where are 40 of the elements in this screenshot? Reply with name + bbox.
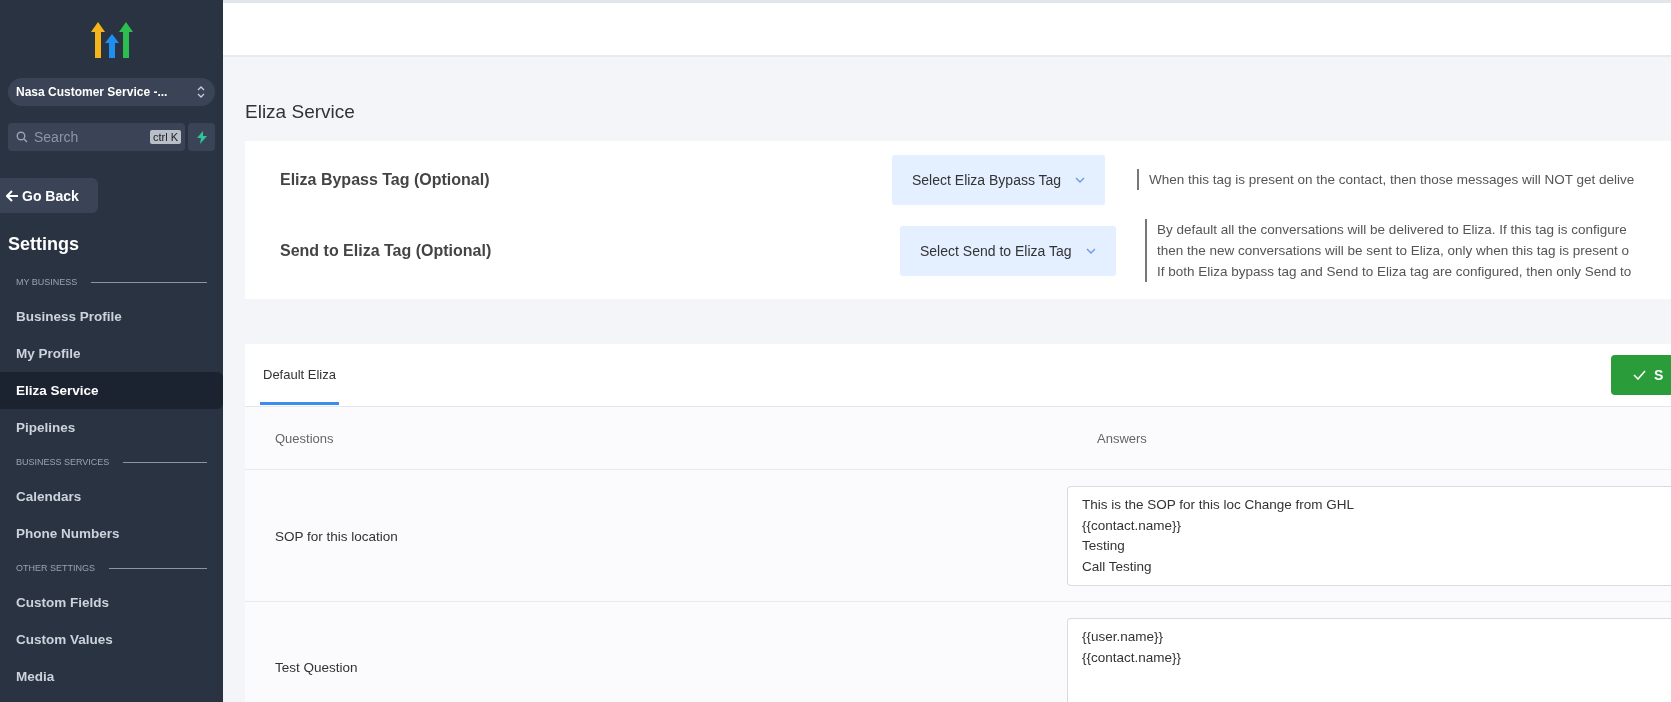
nav-item[interactable]: Media bbox=[0, 658, 223, 695]
tag-dropdown[interactable]: Select Send to Eliza Tag bbox=[900, 225, 1116, 276]
section-heading: MY BUSINESS bbox=[16, 277, 78, 287]
page-title: Eliza Service bbox=[245, 101, 355, 123]
search-field[interactable]: Search ctrl K bbox=[8, 123, 185, 151]
arrow-left-icon bbox=[6, 189, 19, 202]
setting-label: Send to Eliza Tag (Optional) bbox=[280, 241, 492, 260]
question-text: Test Question bbox=[275, 660, 359, 675]
chevron-down-icon bbox=[1075, 176, 1086, 183]
chevron-down-icon bbox=[1085, 247, 1096, 254]
logo-icon bbox=[89, 20, 134, 60]
settings-title: Settings bbox=[8, 234, 79, 255]
setting-description: By default all the conversations will be delivered to Eliza. If this tag is configure then the new conversations will be sent to Eliza, only when this tag is present o If both Eliza bypass tag and Send to Eliza tag are configured, then only Send to bbox=[1145, 219, 1671, 282]
save-button[interactable]: S bbox=[1611, 355, 1671, 395]
setting-description: When this tag is present on the contact, then those messages will NOT get delive bbox=[1137, 169, 1671, 190]
check-icon bbox=[1633, 370, 1646, 380]
nav-item[interactable]: Eliza Service bbox=[0, 372, 223, 409]
nav-item[interactable]: My Profile bbox=[0, 335, 223, 372]
column-header: Answers bbox=[1097, 430, 1148, 446]
shortcut-key: ctrl K bbox=[149, 130, 181, 144]
answer-field[interactable]: {{user.name}} {{contact.name}} bbox=[1067, 618, 1671, 702]
nav-item[interactable]: Phone Numbers bbox=[0, 515, 223, 552]
lightning-icon bbox=[196, 130, 207, 144]
location-selector[interactable]: Nasa Customer Service -... bbox=[8, 78, 215, 106]
go-back-button[interactable]: Go Back bbox=[0, 178, 98, 213]
setting-label: Eliza Bypass Tag (Optional) bbox=[280, 170, 490, 189]
nav-item[interactable]: Calendars bbox=[0, 478, 223, 515]
nav-item[interactable]: Pipelines bbox=[0, 409, 223, 446]
tag-dropdown[interactable]: Select Eliza Bypass Tag bbox=[892, 154, 1106, 205]
nav-item[interactable]: Business Profile bbox=[0, 298, 223, 335]
chevron-up-down-icon bbox=[197, 85, 205, 99]
column-header: Questions bbox=[275, 430, 335, 446]
question-text: SOP for this location bbox=[275, 528, 399, 544]
quick-action-button[interactable] bbox=[188, 123, 215, 151]
section-heading: OTHER SETTINGS bbox=[16, 563, 95, 573]
section-heading: BUSINESS SERVICES bbox=[16, 457, 110, 467]
answer-field[interactable]: This is the SOP for this loc Change from GHL {{contact.name}} Testing Call Testing bbox=[1067, 486, 1671, 586]
nav-item[interactable]: Custom Values bbox=[0, 621, 223, 658]
nav-item[interactable]: Custom Fields bbox=[0, 584, 223, 621]
search-icon bbox=[16, 131, 28, 143]
